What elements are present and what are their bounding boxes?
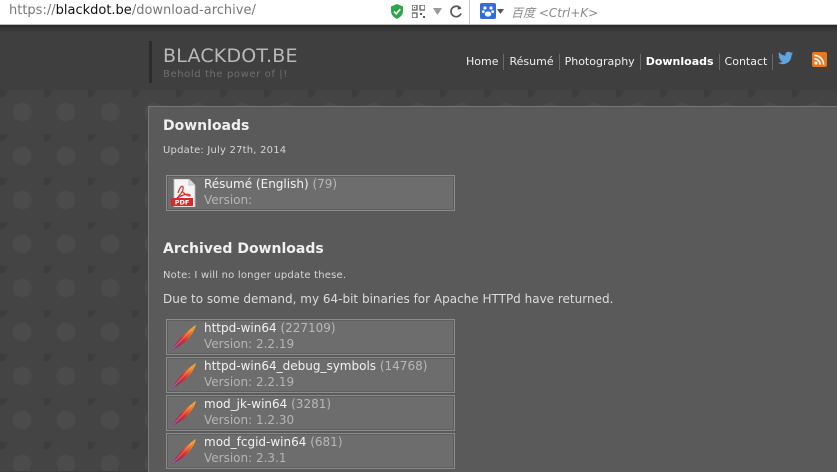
download-title[interactable]: mod_fcgid-win64 (681) xyxy=(204,435,343,449)
download-count: (14768) xyxy=(379,359,428,373)
url-bar[interactable]: https://blackdot.be/download-archive/ xyxy=(9,3,256,18)
logo-accent-bar xyxy=(149,41,152,83)
download-item-mod-fcgid-win64[interactable]: mod_fcgid-win64 (681) Version: 2.3.1 xyxy=(166,433,455,469)
download-title[interactable]: mod_jk-win64 (3281) xyxy=(204,397,331,411)
download-title[interactable]: httpd-win64_debug_symbols (14768) xyxy=(204,359,427,373)
download-item-resume[interactable]: PDF Résumé (English) (79) Version: xyxy=(166,175,455,211)
download-item-httpd-win64-debug-symbols[interactable]: httpd-win64_debug_symbols (14768) Versio… xyxy=(166,357,455,393)
download-title[interactable]: Résumé (English) (79) xyxy=(204,177,337,191)
archived-intro: Due to some demand, my 64-bit binaries f… xyxy=(163,292,614,306)
download-name: mod_fcgid-win64 xyxy=(204,435,307,449)
pdf-label: PDF xyxy=(175,199,190,207)
download-name: mod_jk-win64 xyxy=(204,397,288,411)
nav-divider xyxy=(772,54,774,70)
download-version: Version: 1.2.30 xyxy=(204,413,295,427)
download-item-mod-jk-win64[interactable]: mod_jk-win64 (3281) Version: 1.2.30 xyxy=(166,395,455,431)
download-version: Version: 2.2.19 xyxy=(204,375,295,389)
site-logo-title[interactable]: BLACKDOT.BE xyxy=(163,45,298,67)
download-name: Résumé (English) xyxy=(204,177,309,191)
reload-icon[interactable] xyxy=(449,4,463,19)
rss-glyph-icon xyxy=(814,54,825,65)
download-name: httpd-win64 xyxy=(204,321,277,335)
nav-item-photography[interactable]: Photography xyxy=(560,54,640,70)
url-prefix: https:// xyxy=(9,3,56,18)
paw-icon xyxy=(481,6,495,17)
downloads-heading: Downloads xyxy=(163,118,250,134)
archived-note: Note: I will no longer update these. xyxy=(163,270,347,281)
apache-feather-icon xyxy=(172,401,196,426)
download-count: (227109) xyxy=(280,321,336,335)
search-engine-icon[interactable] xyxy=(480,3,496,19)
download-version: Version: xyxy=(204,193,253,207)
update-note: Update: July 27th, 2014 xyxy=(163,145,287,156)
caret-down-icon[interactable] xyxy=(497,9,504,14)
nav-item-contact[interactable]: Contact xyxy=(720,54,773,70)
apache-feather-icon xyxy=(172,325,196,350)
toolbar-divider xyxy=(469,0,470,24)
rss-icon[interactable] xyxy=(812,52,827,67)
download-count: (681) xyxy=(310,435,343,449)
main-nav: Home Résumé Photography Downloads Contac… xyxy=(461,54,774,70)
download-version: Version: 2.2.19 xyxy=(204,337,295,351)
site-header: BLACKDOT.BE Behold the power of |! Home … xyxy=(0,32,837,90)
nav-item-downloads[interactable]: Downloads xyxy=(641,54,719,70)
apache-feather-icon xyxy=(172,439,196,464)
download-title[interactable]: httpd-win64 (227109) xyxy=(204,321,336,335)
url-path: /download-archive/ xyxy=(131,3,256,18)
download-count: (3281) xyxy=(291,397,332,411)
toolbar-shadow xyxy=(0,25,837,32)
download-name: httpd-win64_debug_symbols xyxy=(204,359,377,373)
browser-toolbar: https://blackdot.be/download-archive/ 百度… xyxy=(0,0,837,25)
search-input[interactable]: 百度 <Ctrl+K> xyxy=(511,4,598,21)
apache-feather-icon xyxy=(172,363,196,388)
twitter-icon[interactable] xyxy=(778,51,794,65)
chevron-down-icon[interactable] xyxy=(433,8,442,15)
qr-code-icon[interactable] xyxy=(412,5,425,18)
security-shield-icon[interactable] xyxy=(390,4,404,19)
url-host: blackdot.be xyxy=(55,3,132,18)
site-tagline: Behold the power of |! xyxy=(163,69,288,80)
download-item-httpd-win64[interactable]: httpd-win64 (227109) Version: 2.2.19 xyxy=(166,319,455,355)
download-count: (79) xyxy=(312,177,338,191)
archived-downloads-heading: Archived Downloads xyxy=(163,241,324,257)
nav-item-home[interactable]: Home xyxy=(461,54,503,70)
pdf-icon: PDF xyxy=(171,179,196,207)
nav-item-resume[interactable]: Résumé xyxy=(504,54,558,70)
download-version: Version: 2.3.1 xyxy=(204,451,287,465)
